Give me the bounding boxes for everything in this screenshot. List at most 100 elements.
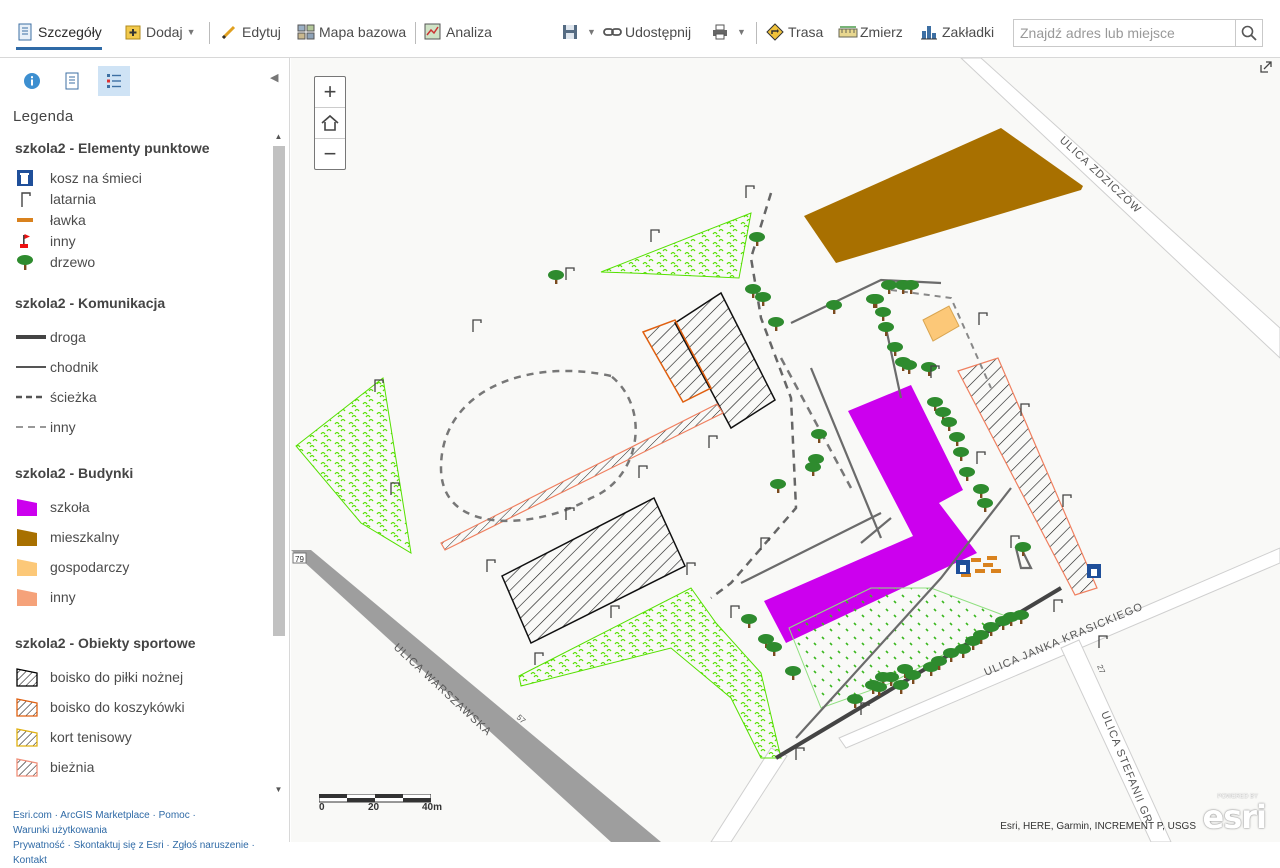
legend-icon — [107, 74, 121, 88]
legend-item: boisko do koszykówki — [16, 697, 185, 717]
tree-icon[interactable] — [977, 498, 993, 512]
street-lamp-icon — [16, 189, 46, 209]
scale-label: 40m — [422, 802, 443, 813]
scroll-thumb[interactable] — [273, 146, 285, 636]
tree-icon[interactable] — [811, 429, 827, 443]
trash-bin-icon[interactable] — [1087, 564, 1101, 578]
add-button[interactable]: Dodaj ▼ — [124, 18, 196, 46]
running-track[interactable] — [440, 403, 724, 551]
tree-icon[interactable] — [875, 307, 891, 321]
tree-icon[interactable] — [770, 479, 786, 493]
street-label: ULICA JANKA KRASICKIEGO — [982, 601, 1145, 679]
details-button[interactable]: Szczegóły — [16, 17, 102, 50]
tree-icon[interactable] — [805, 462, 821, 476]
street-lamp-icon[interactable] — [472, 319, 482, 332]
bookmarks-button[interactable]: Zakładki — [920, 18, 994, 46]
map-view[interactable]: ULICA ZDZICZÓW ULICA WARSZAWSKA ULICA JA… — [291, 58, 1280, 842]
search-input[interactable] — [1014, 20, 1236, 46]
analysis-button[interactable]: Analiza — [424, 18, 492, 46]
street-lamp-icon[interactable] — [1062, 494, 1072, 507]
tree-icon[interactable] — [826, 300, 842, 314]
residential-building[interactable] — [804, 128, 1083, 263]
footer-links: Esri.com · ArcGIS Marketplace · Pomoc · … — [13, 810, 255, 866]
tree-icon[interactable] — [921, 362, 937, 376]
grass-area[interactable] — [600, 212, 752, 279]
footer-link[interactable]: Warunki użytkowania — [13, 825, 107, 836]
street-lamp-icon[interactable] — [650, 229, 660, 242]
tab-content[interactable] — [56, 66, 88, 96]
tree-icon[interactable] — [973, 484, 989, 498]
scale-labels: 0 20 40m — [319, 802, 459, 816]
tab-legend[interactable] — [98, 66, 130, 96]
road-number-label: 79 — [295, 555, 304, 564]
save-button[interactable]: ▼ — [561, 18, 596, 46]
residential-swatch — [16, 527, 46, 547]
share-button[interactable]: Udostępnij — [603, 18, 691, 46]
grass-area[interactable] — [295, 377, 412, 554]
tree-icon[interactable] — [953, 447, 969, 461]
edit-button[interactable]: Edytuj — [220, 18, 281, 46]
tree-icon[interactable] — [548, 270, 564, 284]
tree-icon[interactable] — [887, 342, 903, 356]
map-canvas[interactable]: ULICA ZDZICZÓW ULICA WARSZAWSKA ULICA JA… — [291, 58, 1280, 842]
street-lamp-icon[interactable] — [565, 267, 575, 280]
street-lamp-icon[interactable] — [486, 559, 496, 572]
expand-map-icon[interactable] — [1260, 60, 1272, 78]
add-icon — [124, 23, 142, 41]
collapse-panel-icon[interactable]: ◀ — [270, 71, 278, 84]
tree-icon[interactable] — [741, 614, 757, 628]
tree-icon[interactable] — [893, 680, 909, 694]
search-button[interactable] — [1235, 20, 1262, 46]
street-lamp-icon[interactable] — [638, 465, 648, 478]
street-lamp-icon[interactable] — [745, 185, 755, 198]
tree-icon[interactable] — [941, 417, 957, 431]
scroll-down-arrow-icon[interactable]: ▼ — [271, 785, 286, 797]
tree-icon[interactable] — [878, 322, 894, 336]
footer-link[interactable]: ArcGIS Marketplace — [60, 810, 149, 821]
tree-icon[interactable] — [949, 432, 965, 446]
street-lamp-icon[interactable] — [730, 605, 740, 618]
legend-item: droga — [16, 327, 86, 347]
tennis-court-swatch — [16, 727, 46, 747]
utility-building[interactable] — [922, 305, 960, 342]
tree-icon[interactable] — [1013, 610, 1029, 624]
tree-icon[interactable] — [868, 294, 884, 308]
street-lamp-icon[interactable] — [976, 451, 986, 464]
measure-button[interactable]: Zmierz — [838, 18, 903, 46]
basemap-label: Mapa bazowa — [319, 24, 407, 40]
tree-icon[interactable] — [881, 280, 897, 294]
tree-icon[interactable] — [749, 232, 765, 246]
street-lamp-icon[interactable] — [708, 435, 718, 448]
basemap-button[interactable]: Mapa bazowa — [297, 18, 406, 46]
tree-icon[interactable] — [901, 360, 917, 374]
legend-item: drzewo — [16, 252, 95, 272]
trash-bin-icon[interactable] — [956, 560, 970, 574]
footer-link[interactable]: Pomoc — [159, 810, 190, 821]
route-button[interactable]: Trasa — [766, 18, 823, 46]
scale-label: 20 — [368, 802, 380, 813]
legend-item: inny — [16, 231, 76, 251]
flag-pin-icon — [16, 231, 46, 251]
footer-link[interactable]: Kontakt — [13, 855, 47, 866]
scroll-up-arrow-icon[interactable]: ▲ — [271, 132, 286, 144]
street-lamp-icon[interactable] — [795, 747, 805, 760]
tree-icon[interactable] — [785, 666, 801, 680]
zoom-in-button[interactable]: + — [315, 77, 345, 107]
print-button[interactable]: ▼ — [711, 18, 746, 46]
footer-link[interactable]: Esri.com — [13, 810, 52, 821]
legend-scrollbar[interactable]: ▲ ▼ — [271, 132, 286, 797]
tree-icon[interactable] — [768, 317, 784, 331]
home-button[interactable] — [315, 107, 345, 138]
road-number-label: 27 — [1095, 663, 1107, 675]
legend-group-title: szkola2 - Komunikacja — [15, 295, 166, 311]
zoom-out-button[interactable]: − — [315, 138, 345, 169]
tree-icon[interactable] — [766, 642, 782, 656]
path-line-symbol — [16, 387, 46, 407]
street-lamp-icon[interactable] — [534, 652, 544, 665]
street-lamp-icon[interactable] — [686, 562, 696, 575]
street-lamp-icon[interactable] — [610, 605, 620, 618]
street-lamp-icon[interactable] — [978, 312, 988, 325]
tab-about[interactable] — [16, 66, 48, 96]
street-lamp-icon[interactable] — [1053, 599, 1063, 612]
tree-icon[interactable] — [959, 467, 975, 481]
